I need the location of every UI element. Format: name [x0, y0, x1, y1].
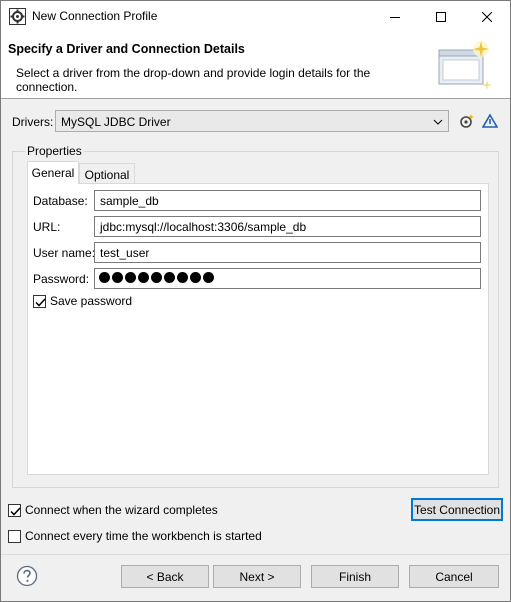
cancel-button[interactable]: Cancel: [409, 565, 499, 588]
minimize-icon: [390, 16, 400, 18]
password-mask-dot: [190, 272, 201, 283]
url-label: URL:: [33, 220, 61, 234]
tab-optional-label: Optional: [84, 168, 130, 182]
back-label: < Back: [146, 569, 184, 584]
connect-on-complete-checkbox[interactable]: [8, 503, 21, 517]
tab-optional[interactable]: Optional: [79, 163, 135, 184]
connect-on-complete-row[interactable]: Connect when the wizard completes: [8, 503, 218, 517]
drivers-selected-value: MySQL JDBC Driver: [61, 115, 171, 129]
drivers-dropdown[interactable]: MySQL JDBC Driver: [55, 110, 449, 132]
save-password-checkbox[interactable]: [33, 294, 46, 308]
connect-on-complete-label: Connect when the wizard completes: [25, 503, 218, 517]
edit-driver-icon[interactable]: [481, 113, 499, 129]
test-connection-button[interactable]: Test Connection: [411, 498, 503, 521]
password-mask-dot: [99, 272, 110, 283]
close-icon: [482, 11, 492, 22]
back-button[interactable]: < Back: [121, 565, 209, 588]
password-mask-dot: [151, 272, 162, 283]
title-bar: New Connection Profile: [1, 1, 510, 32]
password-mask-dot: [138, 272, 149, 283]
tab-general-label: General: [31, 166, 75, 180]
password-mask-dot: [203, 272, 214, 283]
save-password-label: Save password: [50, 294, 133, 308]
tab-general[interactable]: General: [27, 161, 79, 184]
header-banner: Specify a Driver and Connection Details …: [1, 32, 510, 99]
page-description: Select a driver from the drop-down and p…: [16, 66, 371, 94]
close-button[interactable]: [464, 1, 510, 32]
url-field[interactable]: jdbc:mysql://localhost:3306/sample_db: [94, 216, 481, 237]
new-driver-icon[interactable]: [459, 113, 475, 129]
drivers-label: Drivers:: [12, 115, 54, 129]
database-field[interactable]: sample_db: [94, 190, 481, 211]
password-mask-dot: [164, 272, 175, 283]
chevron-down-icon: [433, 116, 443, 130]
footer-divider: [1, 554, 510, 555]
properties-group-label: Properties: [25, 144, 84, 158]
connect-on-startup-checkbox[interactable]: [8, 529, 21, 543]
connect-on-startup-label: Connect every time the workbench is star…: [25, 529, 262, 543]
test-connection-label: Test Connection: [413, 502, 501, 517]
maximize-icon: [436, 11, 446, 22]
finish-label: Finish: [338, 569, 371, 584]
password-mask-dot: [112, 272, 123, 283]
connect-on-startup-row[interactable]: Connect every time the workbench is star…: [8, 529, 262, 543]
password-label: Password:: [33, 272, 90, 286]
username-value: test_user: [100, 246, 150, 260]
help-icon[interactable]: [16, 565, 38, 587]
app-icon: [9, 8, 26, 25]
cancel-label: Cancel: [435, 569, 473, 584]
maximize-button[interactable]: [418, 1, 464, 32]
next-button[interactable]: Next >: [213, 565, 301, 588]
database-label: Database:: [33, 194, 88, 208]
password-mask-dot: [125, 272, 136, 283]
window-title: New Connection Profile: [32, 9, 158, 23]
password-mask-dot: [177, 272, 188, 283]
page-title: Specify a Driver and Connection Details: [8, 42, 245, 56]
password-field[interactable]: [94, 268, 481, 289]
password-masked-value: [99, 272, 214, 283]
username-field[interactable]: test_user: [94, 242, 481, 263]
wizard-banner-icon: [433, 40, 493, 92]
username-label: User name:: [33, 246, 96, 260]
checkmark-icon: [35, 297, 46, 307]
minimize-button[interactable]: [372, 1, 418, 32]
url-value: jdbc:mysql://localhost:3306/sample_db: [100, 220, 307, 234]
checkmark-icon: [10, 506, 21, 516]
save-password-checkbox-row[interactable]: Save password: [33, 294, 132, 308]
next-label: Next >: [239, 569, 275, 584]
finish-button[interactable]: Finish: [311, 565, 399, 588]
dialog-window: New Connection Profile Specify a Driver …: [0, 0, 511, 602]
database-value: sample_db: [100, 194, 159, 208]
